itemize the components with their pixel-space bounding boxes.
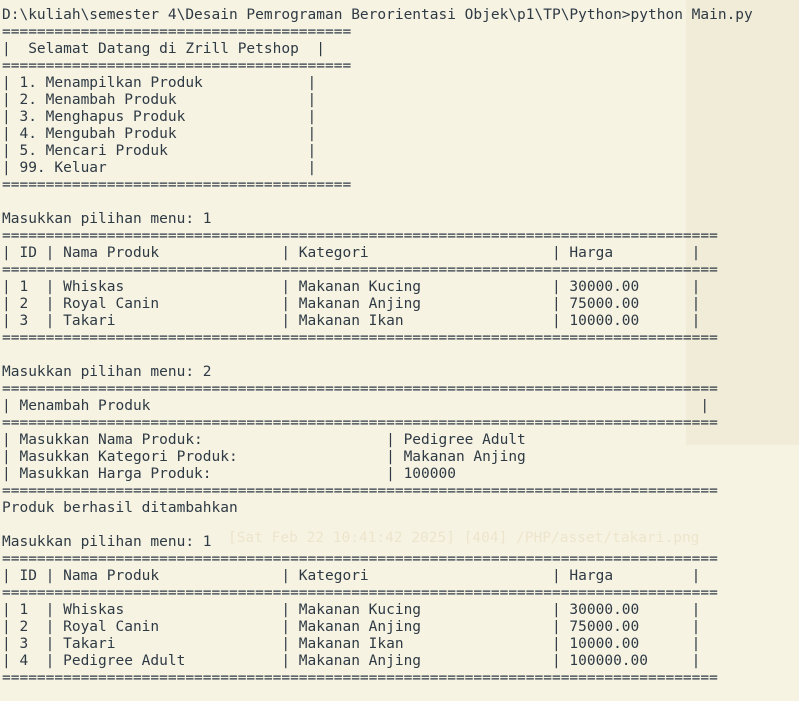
terminal-line: ======================================== [2, 58, 352, 74]
terminal-line: | Masukkan Harga Produk: | 100000 [2, 466, 456, 482]
terminal-line: ========================================… [2, 670, 718, 686]
terminal-line: ========================================… [2, 483, 718, 499]
terminal-line: Masukkan pilihan menu: 1 [2, 534, 212, 550]
terminal-line: ======================================== [2, 177, 352, 193]
terminal-line: | 2. Menambah Produk | [2, 92, 317, 108]
terminal-output: D:\kuliah\semester 4\Desain Pemrograman … [2, 7, 799, 687]
terminal-line: | 2 | Royal Canin | Makanan Anjing | 750… [2, 296, 701, 312]
terminal-line: ========================================… [2, 330, 718, 346]
terminal-line: | ID | Nama Produk | Kategori | Harga | [2, 568, 701, 584]
terminal-line: | Selamat Datang di Zrill Petshop | [2, 41, 326, 57]
terminal-line: ========================================… [2, 262, 718, 278]
terminal-line: ========================================… [2, 551, 718, 567]
terminal-line: D:\kuliah\semester 4\Desain Pemrograman … [2, 7, 753, 23]
terminal-line: Masukkan pilihan menu: 1 [2, 211, 212, 227]
terminal-line: | 4 | Pedigree Adult | Makanan Anjing | … [2, 653, 701, 669]
terminal-line: ========================================… [2, 228, 718, 244]
terminal-line: | 1 | Whiskas | Makanan Kucing | 30000.0… [2, 279, 701, 295]
terminal-line: ========================================… [2, 381, 718, 397]
terminal-line: | Masukkan Nama Produk: | Pedigree Adult [2, 432, 526, 448]
terminal-line: ========================================… [2, 415, 718, 431]
terminal-line: ========================================… [2, 585, 718, 601]
terminal-line: | 4. Mengubah Produk | [2, 126, 317, 142]
terminal-line: Produk berhasil ditambahkan [2, 500, 238, 516]
terminal-line: | Masukkan Kategori Produk: | Makanan An… [2, 449, 526, 465]
terminal-line: | 99. Keluar | [2, 160, 317, 176]
terminal-line: | 3 | Takari | Makanan Ikan | 10000.00 | [2, 636, 701, 652]
terminal-line: | 2 | Royal Canin | Makanan Anjing | 750… [2, 619, 701, 635]
terminal-line: | 3 | Takari | Makanan Ikan | 10000.00 | [2, 313, 701, 329]
terminal-line: | 1 | Whiskas | Makanan Kucing | 30000.0… [2, 602, 701, 618]
terminal-line: | Menambah Produk | [2, 398, 710, 414]
terminal-line: | 3. Menghapus Produk | [2, 109, 317, 125]
terminal-line: ======================================== [2, 24, 352, 40]
terminal-line: Masukkan pilihan menu: 2 [2, 364, 212, 380]
terminal-line: | ID | Nama Produk | Kategori | Harga | [2, 245, 701, 261]
terminal-line: | 1. Menampilkan Produk | [2, 75, 317, 91]
terminal-line: | 5. Mencari Produk | [2, 143, 317, 159]
